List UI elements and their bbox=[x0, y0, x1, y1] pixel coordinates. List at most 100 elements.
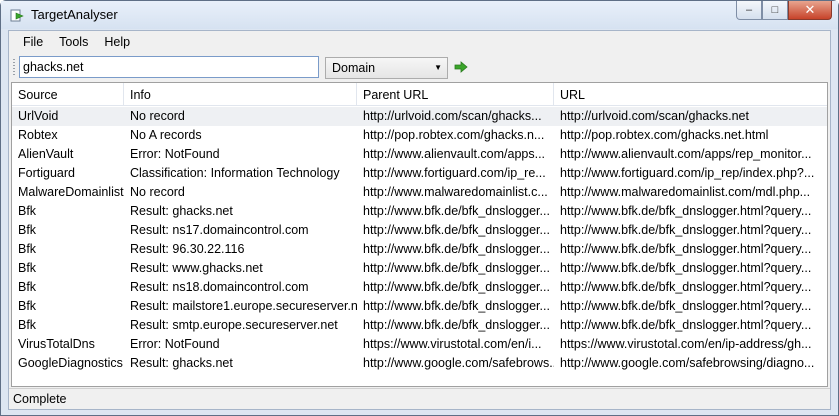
table-row[interactable]: GoogleDiagnostics Result: ghacks.net http:… bbox=[12, 354, 827, 373]
cell-info: Result: mailstore1.europe.secureserver.n… bbox=[130, 299, 357, 313]
table-row[interactable]: Fortiguard Classification: Information Te… bbox=[12, 164, 827, 183]
table-row[interactable]: Bfk Result: ns18.domaincontrol.com http://… bbox=[12, 278, 827, 297]
cell-url: http://www.bfk.de/bfk_dnslogger.html?que… bbox=[560, 223, 812, 237]
column-header-parent-url[interactable]: Parent URL bbox=[357, 83, 554, 106]
cell-parent-url: http://www.google.com/safebrows... bbox=[363, 356, 554, 370]
minimize-icon: – bbox=[745, 4, 753, 16]
cell-url: http://urlvoid.com/scan/ghacks.net bbox=[560, 109, 749, 123]
cell-source: Bfk bbox=[18, 204, 37, 218]
title-bar[interactable]: TargetAnalyser – □ ✕ bbox=[1, 1, 838, 29]
menu-tools[interactable]: Tools bbox=[51, 31, 96, 53]
cell-info: No record bbox=[130, 109, 185, 123]
cell-info: Result: ns17.domaincontrol.com bbox=[130, 223, 309, 237]
table-row[interactable]: UrlVoid No record http://urlvoid.com/scan/… bbox=[12, 107, 827, 126]
cell-source: Fortiguard bbox=[18, 166, 75, 180]
cell-info: Result: www.ghacks.net bbox=[130, 261, 263, 275]
cell-source: Bfk bbox=[18, 318, 37, 332]
column-header-url[interactable]: URL bbox=[554, 83, 827, 106]
cell-info: No record bbox=[130, 185, 185, 199]
close-button[interactable]: ✕ bbox=[788, 1, 832, 20]
cell-source: Bfk bbox=[18, 280, 37, 294]
lookup-type-select[interactable]: Domain ▼ bbox=[325, 57, 448, 79]
table-body: UrlVoid No record http://urlvoid.com/scan/… bbox=[12, 107, 827, 373]
cell-info: Result: ns18.domaincontrol.com bbox=[130, 280, 309, 294]
cell-parent-url: http://pop.robtex.com/ghacks.n... bbox=[363, 128, 545, 142]
cell-info: Error: NotFound bbox=[130, 337, 220, 351]
minimize-button[interactable]: – bbox=[736, 1, 762, 20]
cell-parent-url: http://www.bfk.de/bfk_dnslogger... bbox=[363, 242, 550, 256]
results-table: Source Info Parent URL URL UrlVoid No rec… bbox=[11, 82, 828, 387]
cell-parent-url: http://urlvoid.com/scan/ghacks... bbox=[363, 109, 542, 123]
lookup-type-value: Domain bbox=[332, 61, 376, 75]
toolbar-grip[interactable] bbox=[13, 59, 15, 75]
cell-info: Result: 96.30.22.116 bbox=[130, 242, 245, 256]
cell-parent-url: http://www.bfk.de/bfk_dnslogger... bbox=[363, 318, 550, 332]
app-icon bbox=[10, 9, 24, 22]
cell-source: AlienVault bbox=[18, 147, 74, 161]
cell-url: http://www.bfk.de/bfk_dnslogger.html?que… bbox=[560, 204, 812, 218]
cell-url: http://www.alienvault.com/apps/rep_monit… bbox=[560, 147, 812, 161]
cell-parent-url: http://www.bfk.de/bfk_dnslogger... bbox=[363, 261, 550, 275]
cell-source: Bfk bbox=[18, 223, 37, 237]
window-title: TargetAnalyser bbox=[31, 7, 118, 22]
status-text: Complete bbox=[13, 392, 67, 406]
table-row[interactable]: AlienVault Error: NotFound http://www.alie… bbox=[12, 145, 827, 164]
maximize-icon: □ bbox=[771, 4, 779, 16]
cell-source: Robtex bbox=[18, 128, 58, 142]
cell-url: http://www.bfk.de/bfk_dnslogger.html?que… bbox=[560, 261, 812, 275]
cell-url: http://www.malwaredomainlist.com/mdl.php… bbox=[560, 185, 811, 199]
cell-url: http://www.google.com/safebrowsing/diagn… bbox=[560, 356, 815, 370]
cell-url: http://www.bfk.de/bfk_dnslogger.html?que… bbox=[560, 299, 812, 313]
cell-source: UrlVoid bbox=[18, 109, 59, 123]
cell-url: http://www.bfk.de/bfk_dnslogger.html?que… bbox=[560, 318, 812, 332]
cell-url: https://www.virustotal.com/en/ip-address… bbox=[560, 337, 812, 351]
table-header: Source Info Parent URL URL bbox=[12, 83, 827, 106]
cell-info: No A records bbox=[130, 128, 202, 142]
column-header-info[interactable]: Info bbox=[124, 83, 357, 106]
cell-parent-url: http://www.bfk.de/bfk_dnslogger... bbox=[363, 204, 550, 218]
table-row[interactable]: Robtex No A records http://pop.robtex.com/… bbox=[12, 126, 827, 145]
table-row[interactable]: Bfk Result: ghacks.net http://www.bfk.de/b… bbox=[12, 202, 827, 221]
cell-info: Result: smtp.europe.secureserver.net bbox=[130, 318, 338, 332]
chevron-down-icon: ▼ bbox=[434, 63, 442, 72]
cell-url: http://pop.robtex.com/ghacks.net.html bbox=[560, 128, 769, 142]
cell-source: Bfk bbox=[18, 242, 37, 256]
close-icon: ✕ bbox=[804, 2, 816, 17]
table-row[interactable]: MalwareDomainlist No record http://www.mal… bbox=[12, 183, 827, 202]
cell-parent-url: http://www.bfk.de/bfk_dnslogger... bbox=[363, 299, 550, 313]
cell-source: Bfk bbox=[18, 299, 37, 313]
cell-source: Bfk bbox=[18, 261, 37, 275]
cell-url: http://www.bfk.de/bfk_dnslogger.html?que… bbox=[560, 242, 812, 256]
column-header-source[interactable]: Source bbox=[12, 83, 124, 106]
cell-parent-url: http://www.bfk.de/bfk_dnslogger... bbox=[363, 223, 550, 237]
menu-help[interactable]: Help bbox=[96, 31, 138, 53]
cell-url: http://www.fortiguard.com/ip_rep/index.p… bbox=[560, 166, 815, 180]
status-bar: Complete bbox=[9, 388, 830, 409]
table-row[interactable]: Bfk Result: ns17.domaincontrol.com http://… bbox=[12, 221, 827, 240]
menu-bar: File Tools Help bbox=[9, 31, 830, 53]
cell-info: Result: ghacks.net bbox=[130, 356, 233, 370]
cell-parent-url: http://www.malwaredomainlist.c... bbox=[363, 185, 548, 199]
cell-source: VirusTotalDns bbox=[18, 337, 95, 351]
window-controls: – □ ✕ bbox=[736, 1, 832, 20]
table-row[interactable]: Bfk Result: 96.30.22.116 http://www.bfk.de… bbox=[12, 240, 827, 259]
cell-info: Result: ghacks.net bbox=[130, 204, 233, 218]
table-row[interactable]: Bfk Result: smtp.europe.secureserver.net h… bbox=[12, 316, 827, 335]
table-row[interactable]: Bfk Result: www.ghacks.net http://www.bfk.… bbox=[12, 259, 827, 278]
client-area: File Tools Help Domain ▼ Source Info Par… bbox=[8, 30, 831, 410]
cell-source: MalwareDomainlist bbox=[18, 185, 124, 199]
menu-file[interactable]: File bbox=[15, 31, 51, 53]
cell-info: Error: NotFound bbox=[130, 147, 220, 161]
go-arrow-icon[interactable] bbox=[454, 61, 468, 73]
cell-url: http://www.bfk.de/bfk_dnslogger.html?que… bbox=[560, 280, 812, 294]
cell-info: Classification: Information Technology bbox=[130, 166, 340, 180]
cell-parent-url: https://www.virustotal.com/en/i... bbox=[363, 337, 542, 351]
app-window: TargetAnalyser – □ ✕ File Tools Help Dom… bbox=[0, 0, 839, 416]
cell-parent-url: http://www.fortiguard.com/ip_re... bbox=[363, 166, 546, 180]
cell-parent-url: http://www.bfk.de/bfk_dnslogger... bbox=[363, 280, 550, 294]
table-row[interactable]: VirusTotalDns Error: NotFound https://www.… bbox=[12, 335, 827, 354]
cell-parent-url: http://www.alienvault.com/apps... bbox=[363, 147, 546, 161]
target-input[interactable] bbox=[19, 56, 319, 78]
maximize-button[interactable]: □ bbox=[762, 1, 788, 20]
table-row[interactable]: Bfk Result: mailstore1.europe.secureserve… bbox=[12, 297, 827, 316]
